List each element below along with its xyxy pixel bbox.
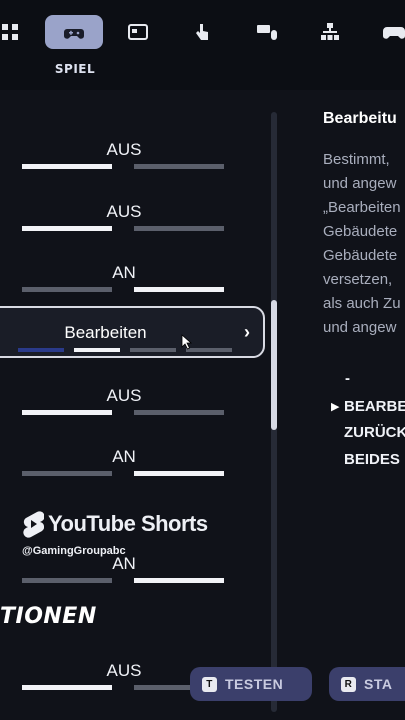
mouse-cursor-icon	[181, 334, 193, 350]
detail-line: versetzen,	[323, 271, 393, 288]
setting-row-1[interactable]: AUS	[0, 140, 270, 190]
tab-touch[interactable]	[180, 15, 224, 49]
keyboard-mouse-icon	[257, 25, 277, 40]
active-tab-label: SPIEL	[54, 62, 96, 76]
toggle-segment-an	[134, 685, 190, 690]
selected-setting-row[interactable]: ‹ Bearbeiten ›	[0, 306, 265, 358]
selected-marker-icon: ▶	[331, 401, 340, 413]
toggle-segment-an	[134, 287, 224, 292]
option-segment-1	[18, 348, 64, 352]
setting-row-7[interactable]: AN	[0, 554, 270, 604]
shorts-logo-icon	[23, 511, 44, 538]
network-icon	[321, 23, 339, 40]
setting-value: AUS	[106, 202, 142, 221]
detail-line: und angew	[323, 175, 397, 192]
tab-keyboard-mouse[interactable]	[245, 15, 289, 49]
toggle-segment-aus	[22, 578, 112, 583]
setting-value: AUS	[106, 386, 142, 405]
gamepad-icon	[64, 29, 84, 39]
start-button-label: STA	[364, 676, 393, 692]
setting-value: AUS	[106, 140, 142, 159]
watermark-handle: @GamingGroupabc	[22, 545, 126, 557]
tab-controller[interactable]	[372, 15, 405, 49]
option-bearbeiten: BEARBE	[344, 398, 405, 415]
toggle-segment-an	[134, 471, 224, 476]
youtube-shorts-watermark: YouTube Shorts	[22, 510, 208, 538]
detail-line: als auch Zu	[323, 295, 401, 312]
toggle-segment-an	[134, 226, 224, 231]
detail-line: und angew	[323, 319, 397, 336]
grid-icon	[2, 24, 18, 40]
option-zurueck: ZURÜCK	[344, 424, 405, 441]
layout-icon	[128, 24, 148, 40]
detail-line: Gebäudete	[323, 223, 398, 240]
section-title: TIONEN	[0, 604, 97, 629]
touch-icon	[196, 24, 208, 40]
toggle-segment-aus	[22, 410, 112, 415]
setting-row-6[interactable]: AN	[0, 447, 270, 497]
keycap-t: T	[202, 676, 217, 692]
detail-line: Bestimmt,	[323, 151, 390, 168]
arrow-right-icon[interactable]: ›	[244, 322, 250, 343]
option-segment-3	[130, 348, 176, 352]
setting-row-2[interactable]: AUS	[0, 202, 270, 252]
toggle-segment-aus	[22, 287, 112, 292]
controller-icon	[383, 27, 405, 39]
option-beides: BEIDES	[344, 451, 400, 468]
test-button-label: TESTEN	[225, 676, 284, 692]
setting-row-5[interactable]: AUS	[0, 386, 270, 436]
tab-network[interactable]	[308, 15, 352, 49]
toggle-segment-aus	[22, 164, 112, 169]
setting-value: AN	[112, 554, 136, 573]
tab-grid[interactable]	[0, 15, 32, 49]
detail-line: „Bearbeiten	[323, 199, 401, 216]
option-none: -	[345, 370, 350, 387]
toggle-segment-aus	[22, 685, 112, 690]
watermark-brand: YouTube Shorts	[48, 511, 208, 536]
setting-value: Bearbeiten	[64, 323, 147, 342]
start-button[interactable]: R STA	[329, 667, 405, 701]
toggle-segment-an	[134, 578, 224, 583]
option-segment-2	[74, 348, 120, 352]
detail-line: Gebäudete	[323, 247, 398, 264]
top-tab-bar: SPIEL	[0, 0, 405, 90]
toggle-segment-an	[134, 164, 224, 169]
toggle-segment-aus	[22, 226, 112, 231]
toggle-segment-an	[134, 410, 224, 415]
scrollbar-thumb[interactable]	[271, 300, 277, 430]
setting-value: AN	[112, 263, 136, 282]
tab-layout[interactable]	[116, 15, 160, 49]
setting-value: AN	[112, 447, 136, 466]
keycap-r: R	[341, 676, 356, 692]
test-button[interactable]: T TESTEN	[190, 667, 312, 701]
detail-description: Bestimmt, und angew „Bearbeiten Gebäudet…	[323, 148, 405, 340]
toggle-segment-aus	[22, 471, 112, 476]
detail-title: Bearbeitu	[323, 110, 397, 127]
tab-spiel[interactable]	[45, 15, 103, 49]
